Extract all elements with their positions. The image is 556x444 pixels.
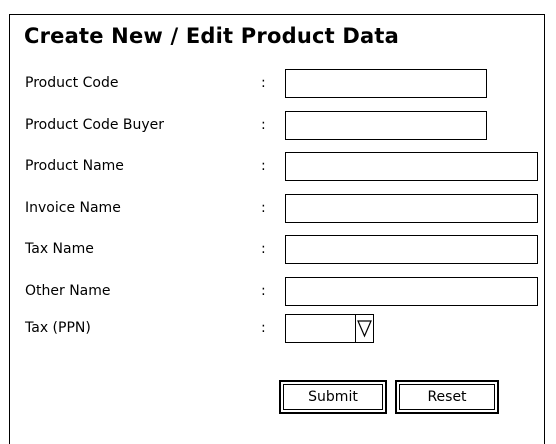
other-name-input[interactable]: [285, 277, 538, 306]
other-name-label: Other Name: [25, 283, 111, 299]
tax-ppn-label: Tax (PPN): [25, 320, 91, 336]
page-title: Create New / Edit Product Data: [24, 24, 399, 48]
separator-colon: :: [261, 241, 266, 257]
separator-colon: :: [261, 283, 266, 299]
triangle-down-icon[interactable]: [355, 315, 373, 342]
tax-name-label: Tax Name: [25, 241, 94, 257]
submit-button-label: Submit: [283, 384, 383, 410]
separator-colon: :: [261, 75, 266, 91]
tax-name-input[interactable]: [285, 235, 538, 264]
product-code-buyer-label: Product Code Buyer: [25, 117, 165, 133]
product-name-label: Product Name: [25, 158, 124, 174]
product-name-input[interactable]: [285, 152, 538, 181]
invoice-name-input[interactable]: [285, 194, 538, 223]
product-code-input[interactable]: [285, 69, 487, 98]
separator-colon: :: [261, 200, 266, 216]
reset-button[interactable]: Reset: [395, 380, 499, 414]
tax-ppn-dropdown[interactable]: [285, 314, 374, 343]
separator-colon: :: [261, 158, 266, 174]
separator-colon: :: [261, 320, 266, 336]
reset-button-label: Reset: [399, 384, 495, 410]
submit-button[interactable]: Submit: [279, 380, 387, 414]
separator-colon: :: [261, 117, 266, 133]
product-code-label: Product Code: [25, 75, 119, 91]
product-code-buyer-input[interactable]: [285, 111, 487, 140]
invoice-name-label: Invoice Name: [25, 200, 121, 216]
